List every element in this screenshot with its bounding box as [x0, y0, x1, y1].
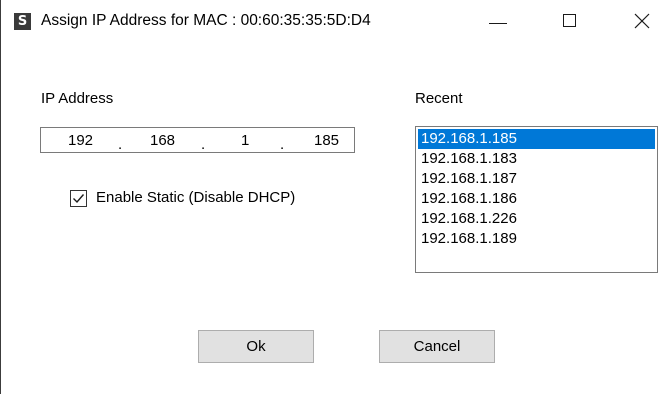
recent-ip-list[interactable]: 192.168.1.185 192.168.1.183 192.168.1.18…	[415, 126, 658, 273]
enable-static-checkbox[interactable]	[70, 190, 87, 207]
ip-separator: .	[280, 136, 285, 153]
recent-ip-item[interactable]: 192.168.1.186	[418, 189, 655, 209]
recent-ip-item[interactable]: 192.168.1.189	[418, 229, 655, 249]
enable-static-label[interactable]: Enable Static (Disable DHCP)	[96, 189, 295, 207]
window-title: Assign IP Address for MAC : 00:60:35:35:…	[41, 12, 371, 29]
maximize-button[interactable]	[547, 0, 593, 44]
maximize-icon	[563, 14, 576, 27]
ip-separator: .	[118, 136, 123, 153]
recent-ip-item[interactable]: 192.168.1.185	[418, 129, 655, 149]
recent-ip-item[interactable]: 192.168.1.183	[418, 149, 655, 169]
ip-octet-3[interactable]: 1	[241, 132, 249, 149]
ip-octet-2[interactable]: 168	[150, 132, 175, 149]
recent-label: Recent	[415, 90, 463, 107]
recent-ip-item[interactable]: 192.168.1.226	[418, 209, 655, 229]
minimize-icon	[489, 23, 507, 24]
title-bar[interactable]: S Assign IP Address for MAC : 00:60:35:3…	[1, 0, 670, 44]
ok-button[interactable]: Ok	[198, 330, 314, 363]
ip-address-field[interactable]: 192 . 168 . 1 . 185	[40, 127, 355, 153]
cancel-button[interactable]: Cancel	[379, 330, 495, 363]
close-button[interactable]	[620, 0, 666, 44]
checkmark-icon	[73, 194, 85, 204]
app-logo-icon: S	[14, 13, 31, 30]
ip-separator: .	[201, 136, 206, 153]
recent-ip-item[interactable]: 192.168.1.187	[418, 169, 655, 189]
minimize-button[interactable]	[475, 0, 521, 44]
ip-address-label: IP Address	[41, 90, 114, 107]
ip-octet-4[interactable]: 185	[314, 132, 339, 149]
ip-octet-1[interactable]: 192	[68, 132, 93, 149]
close-icon	[634, 13, 650, 29]
assign-ip-dialog: S Assign IP Address for MAC : 00:60:35:3…	[0, 0, 670, 394]
